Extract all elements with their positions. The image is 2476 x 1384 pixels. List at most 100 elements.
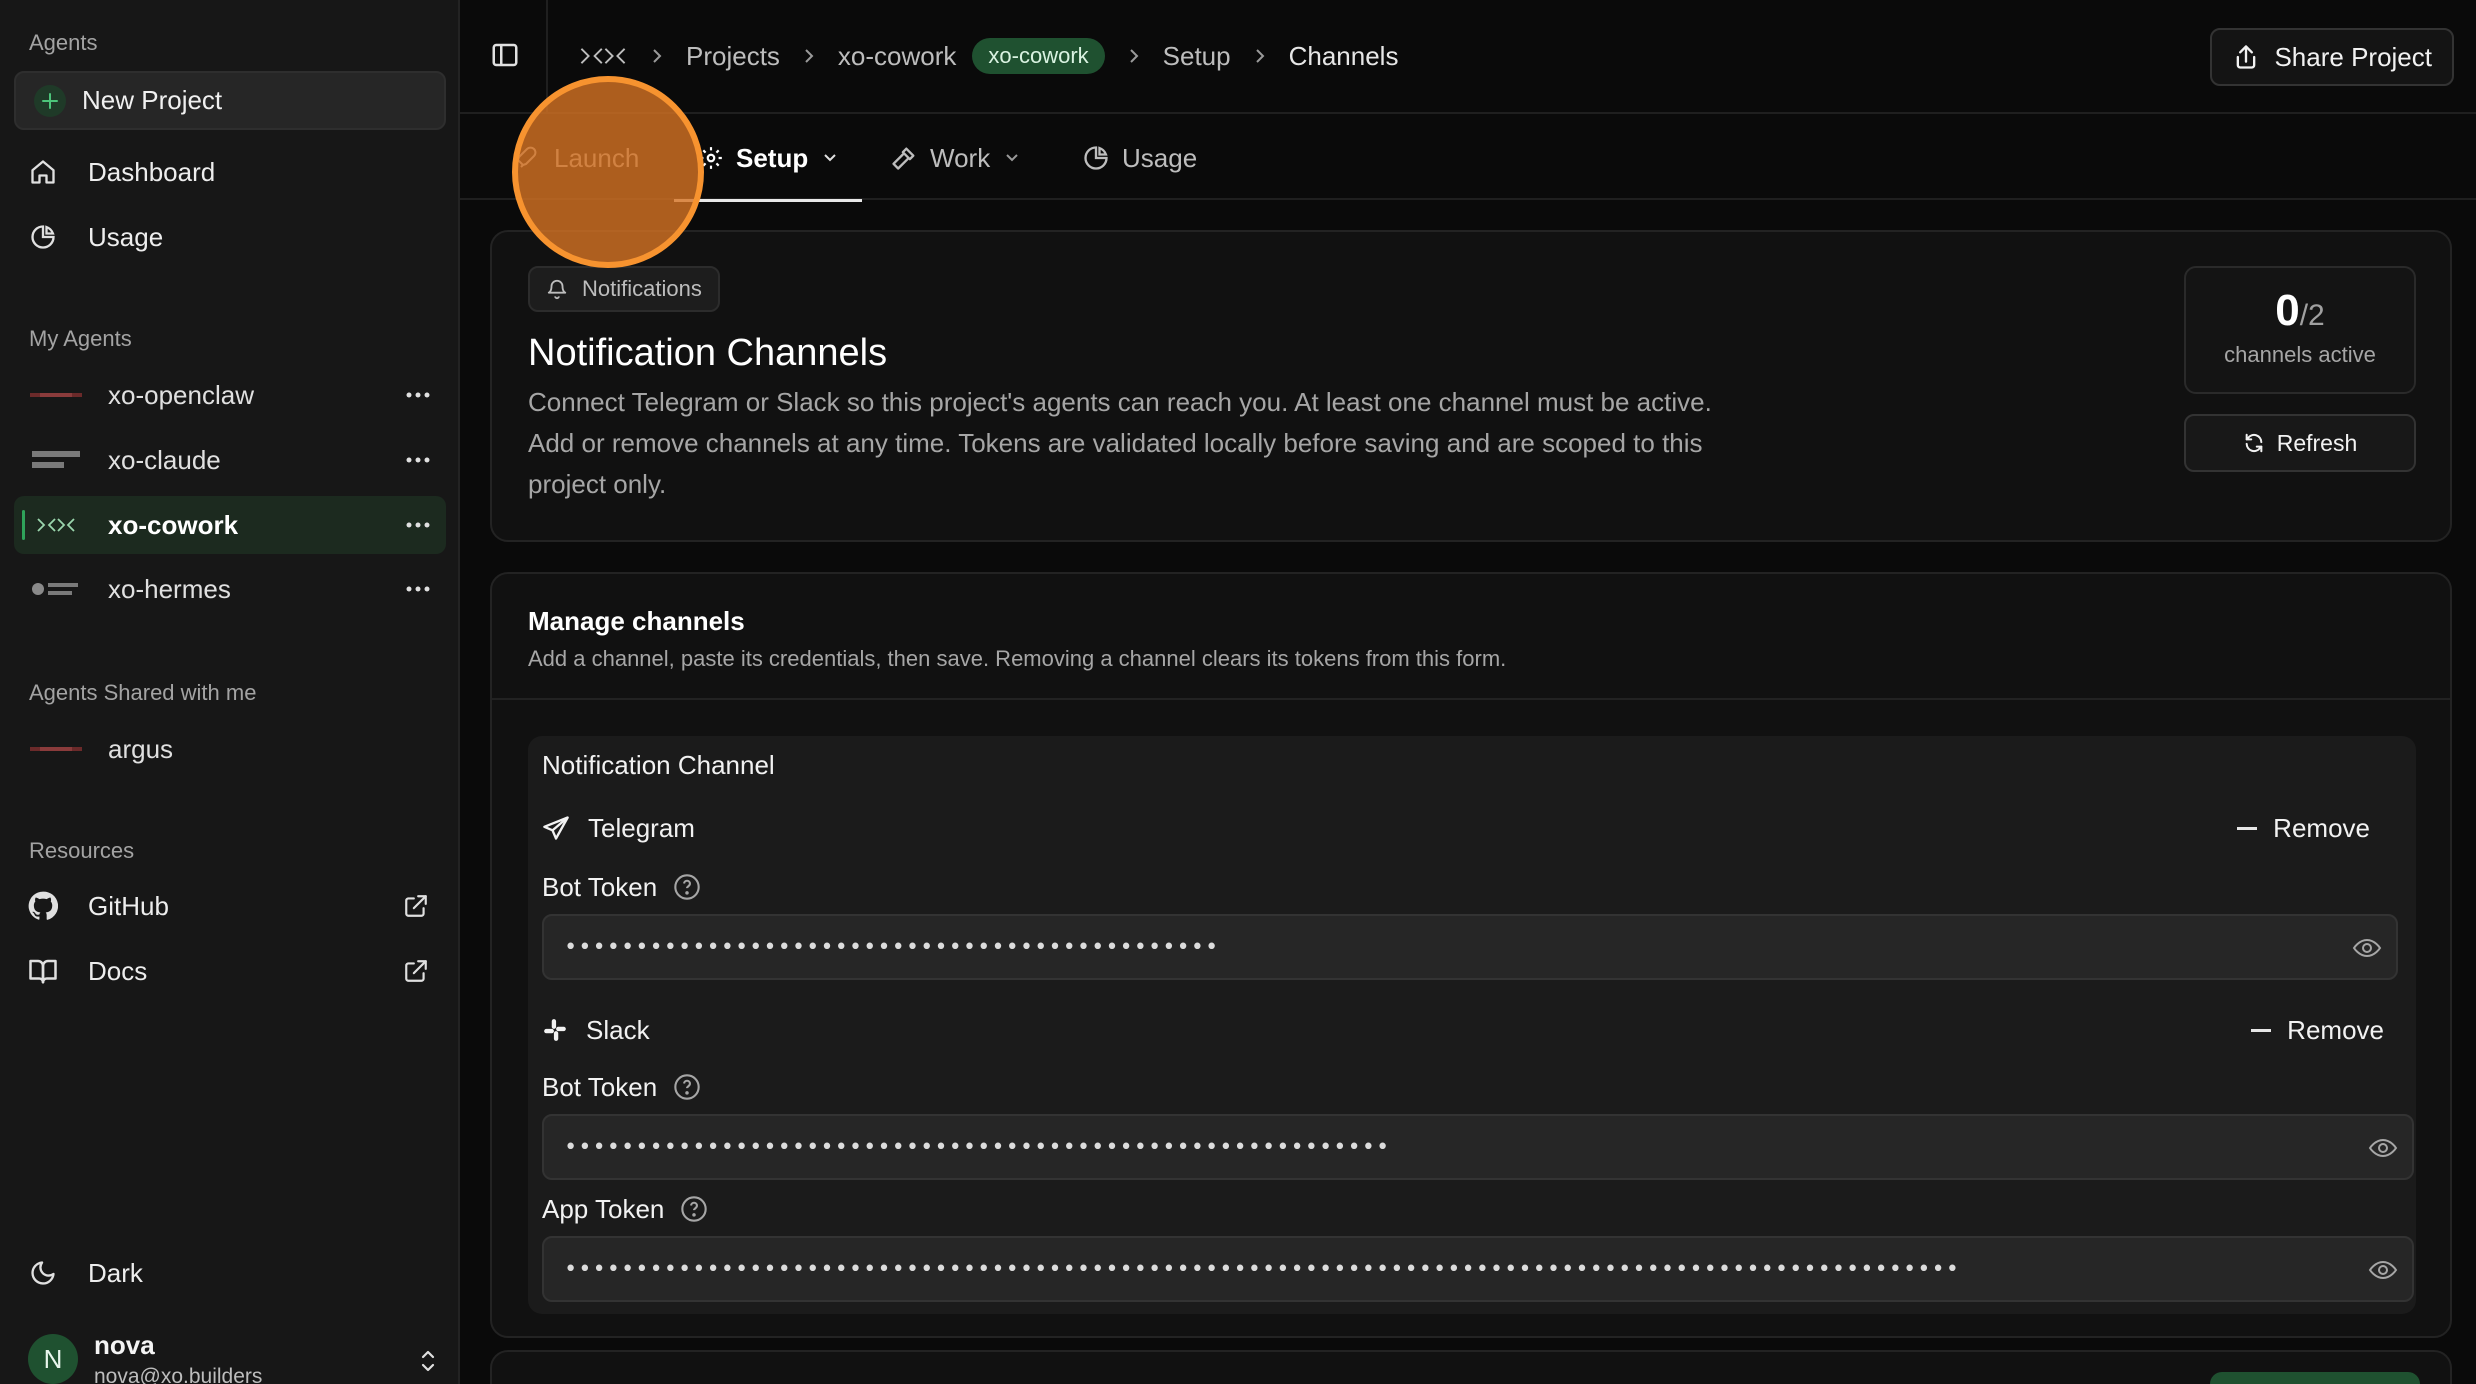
input-value: ••••••••••••••••••••••••••••••••••••••••… [564, 1134, 1391, 1160]
sidebar-agent-xo-claude[interactable]: xo-claude [14, 431, 446, 489]
footer-card [490, 1350, 2452, 1384]
help-icon[interactable] [680, 1195, 708, 1223]
tab-work[interactable]: Work [890, 116, 1020, 200]
minus-icon [2237, 826, 2258, 830]
top-bar: Projects xo-cowork xo-cowork Setup Chann… [460, 0, 2476, 114]
telegram-channel-header: Telegram [542, 808, 695, 848]
active-count-label: channels active [2224, 342, 2376, 367]
notification-channel-title: Notification Channel [542, 750, 775, 780]
help-icon[interactable] [673, 873, 701, 901]
total-count-value: /2 [2299, 299, 2325, 332]
manage-channels-title: Manage channels [528, 606, 745, 636]
chevron-right-icon [650, 46, 664, 66]
divider [492, 698, 2450, 700]
chevron-right-icon [1253, 46, 1267, 66]
refresh-button[interactable]: Refresh [2184, 414, 2416, 472]
external-link-icon [396, 951, 436, 991]
pie-chart-icon [28, 222, 58, 252]
channels-active-counter: 0/2 channels active [2184, 266, 2416, 394]
my-agents-section-label: My Agents [29, 326, 132, 351]
sidebar-agent-label: argus [108, 733, 174, 764]
tab-label: Launch [554, 142, 640, 173]
telegram-bot-token-input[interactable]: ••••••••••••••••••••••••••••••••••••••••… [542, 914, 2398, 980]
slack-channel-header: Slack [542, 1010, 650, 1050]
remove-label: Remove [2273, 812, 2370, 843]
breadcrumb-setup[interactable]: Setup [1163, 41, 1231, 72]
sidebar-agent-argus[interactable]: argus [14, 720, 446, 778]
avatar: N [28, 1334, 78, 1384]
input-value: ••••••••••••••••••••••••••••••••••••••••… [564, 934, 1220, 960]
user-email: nova@xo.builders [94, 1365, 263, 1384]
refresh-label: Refresh [2276, 429, 2358, 456]
user-menu[interactable]: N nova nova@xo.builders [28, 1330, 448, 1384]
active-count: 0/2 [2186, 286, 2414, 336]
sidebar-agent-label: xo-cowork [108, 509, 239, 540]
theme-toggle-button[interactable]: Dark [14, 1243, 446, 1303]
sidebar-item-docs[interactable]: Docs [14, 941, 446, 1001]
tab-launch[interactable]: Launch [518, 116, 639, 200]
eye-icon[interactable] [2368, 1136, 2398, 1160]
resources-section-label: Resources [29, 838, 135, 863]
more-options-icon[interactable] [398, 510, 438, 540]
new-project-label: New Project [82, 85, 223, 115]
slack-bot-token-input[interactable]: ••••••••••••••••••••••••••••••••••••••••… [542, 1114, 2414, 1180]
claude-code-logo [28, 446, 84, 474]
share-project-button[interactable]: Share Project [2210, 28, 2454, 86]
more-options-icon[interactable] [398, 445, 438, 475]
xo-cowork-logo-icon[interactable] [578, 44, 628, 68]
sidebar-toggle-icon[interactable] [490, 40, 526, 76]
eye-icon[interactable] [2368, 1258, 2398, 1282]
minus-icon [2251, 1028, 2272, 1032]
gear-icon [698, 145, 724, 171]
badge-label: Notifications [582, 276, 702, 301]
more-options-icon[interactable] [398, 574, 438, 604]
help-icon[interactable] [673, 1073, 701, 1101]
sidebar-agent-xo-hermes[interactable]: xo-hermes [14, 560, 446, 618]
tab-label: Work [930, 142, 991, 173]
bell-icon [546, 278, 582, 300]
sidebar-agent-label: xo-claude [108, 444, 221, 475]
home-icon [28, 157, 58, 187]
telegram-label: Telegram [588, 812, 695, 843]
remove-label: Remove [2287, 1014, 2384, 1045]
sidebar-item-usage[interactable]: Usage [14, 207, 446, 267]
sidebar-agent-xo-openclaw[interactable]: xo-openclaw [14, 366, 446, 424]
eye-icon[interactable] [2352, 936, 2382, 960]
moon-icon [28, 1258, 58, 1288]
user-name: nova [94, 1330, 155, 1360]
sidebar-item-github[interactable]: GitHub [14, 876, 446, 936]
sidebar-agent-xo-cowork[interactable]: xo-cowork [14, 496, 446, 554]
sidebar: Agents New Project Dashboard Usage My Ag… [0, 0, 460, 1384]
slack-bot-token-label: Bot Token [542, 1070, 701, 1104]
sidebar-item-label: Dashboard [88, 156, 216, 187]
new-project-button[interactable]: New Project [14, 71, 446, 130]
save-button[interactable] [2210, 1372, 2420, 1384]
breadcrumb-project[interactable]: xo-cowork [838, 41, 956, 72]
shared-agents-section-label: Agents Shared with me [29, 680, 257, 705]
tab-setup[interactable]: Setup [673, 116, 863, 202]
breadcrumb-projects[interactable]: Projects [686, 41, 780, 72]
remove-telegram-button[interactable]: Remove [2237, 808, 2370, 848]
sidebar-item-dashboard[interactable]: Dashboard [14, 142, 446, 202]
sidebar-item-label: Docs [88, 955, 148, 986]
chevron-right-icon [1127, 46, 1141, 66]
tab-usage[interactable]: Usage [1082, 116, 1197, 200]
theme-label: Dark [88, 1257, 143, 1288]
book-icon [28, 956, 58, 986]
sidebar-item-label: GitHub [88, 890, 169, 921]
sidebar-agent-label: xo-openclaw [108, 379, 254, 410]
telegram-icon [542, 815, 588, 841]
pie-chart-icon [1082, 144, 1110, 172]
slack-app-token-input[interactable]: ••••••••••••••••••••••••••••••••••••••••… [542, 1236, 2414, 1302]
hammer-icon [890, 144, 918, 172]
github-icon [28, 891, 58, 921]
external-link-icon [396, 886, 436, 926]
input-value: ••••••••••••••••••••••••••••••••••••••••… [564, 1256, 1961, 1282]
refresh-icon [2243, 432, 2277, 454]
remove-slack-button[interactable]: Remove [2251, 1010, 2384, 1050]
hermes-agent-logo [28, 575, 84, 603]
field-label: App Token [542, 1193, 665, 1224]
field-label: Bot Token [542, 871, 658, 902]
chevron-right-icon [802, 46, 816, 66]
more-options-icon[interactable] [398, 380, 438, 410]
